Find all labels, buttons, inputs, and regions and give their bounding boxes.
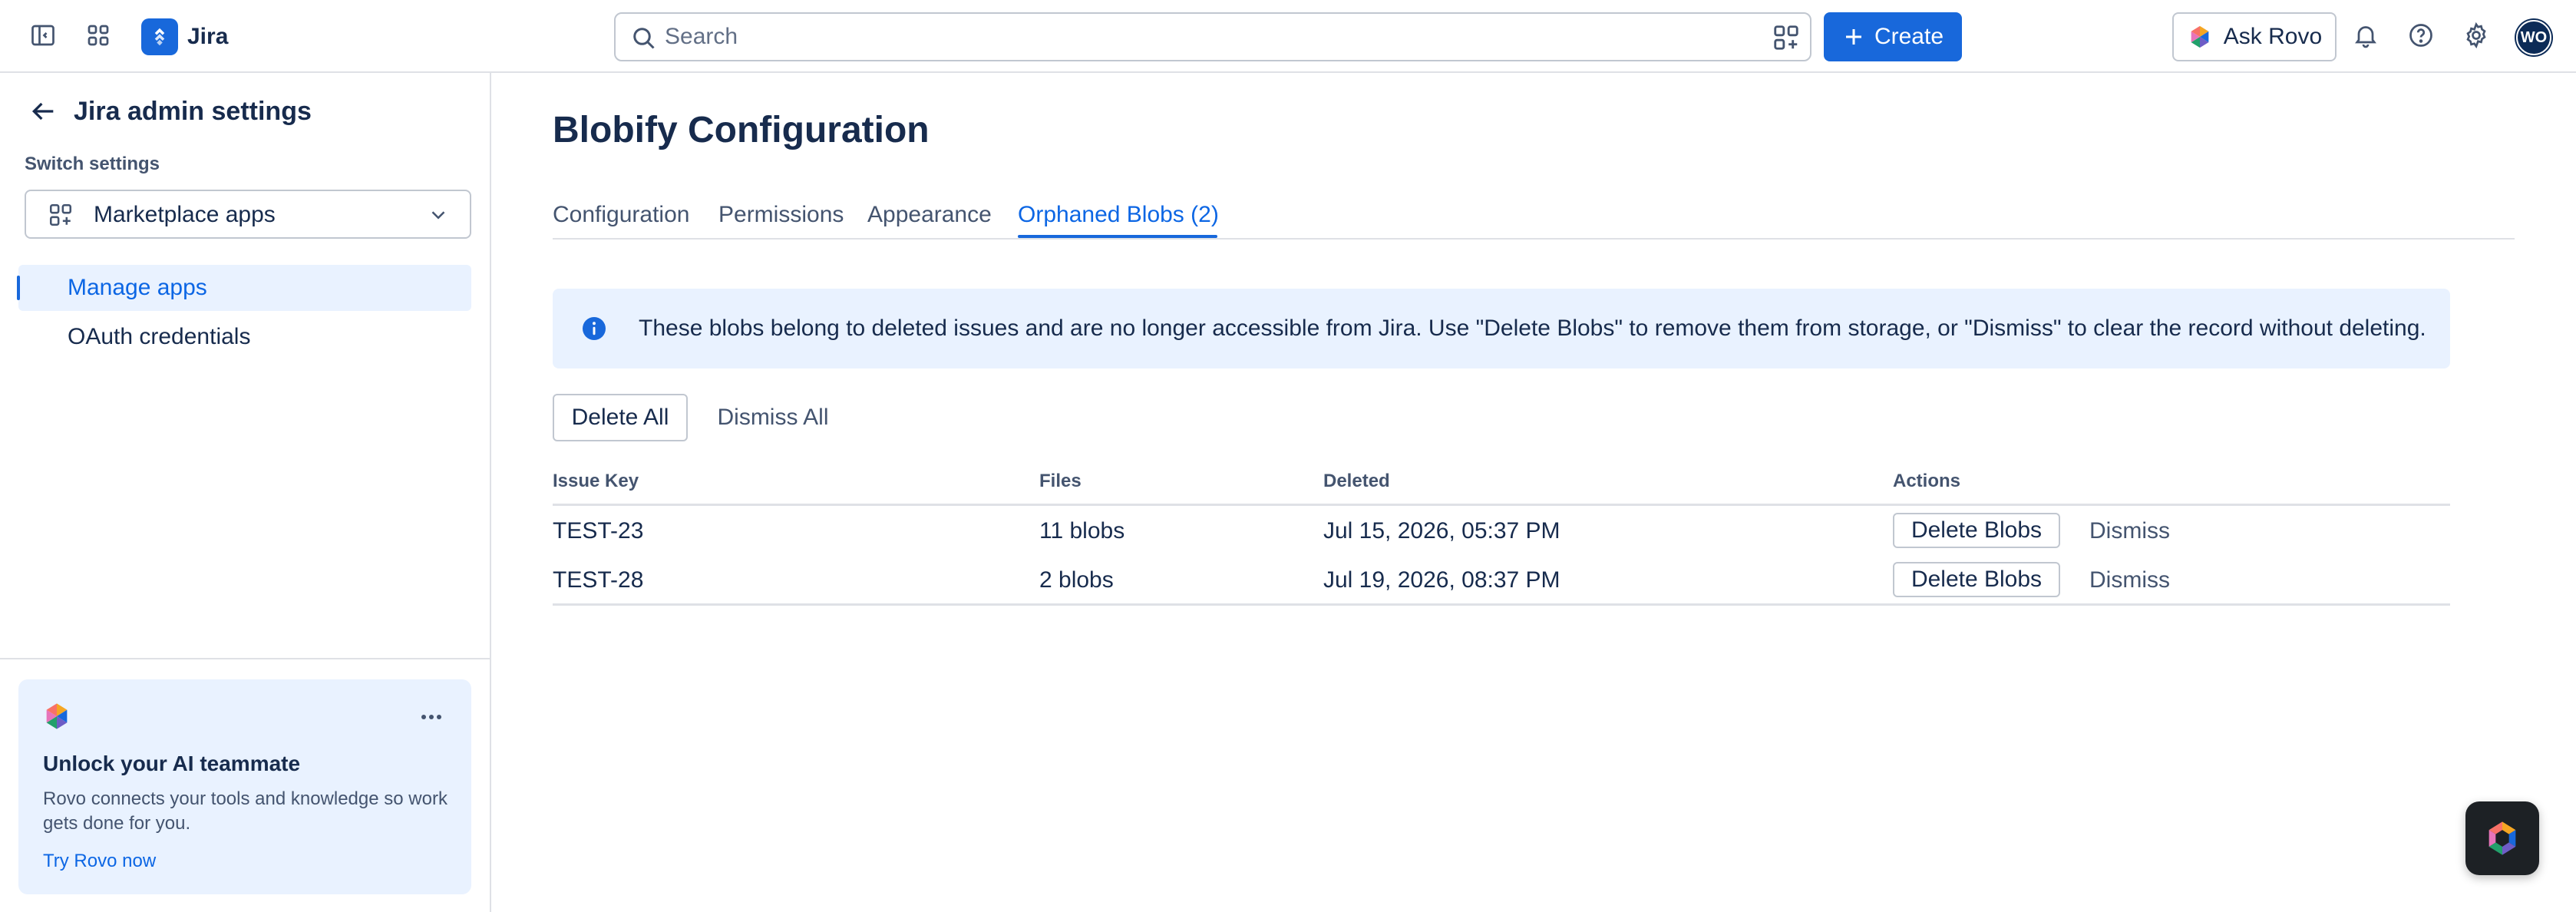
create-button[interactable]: Create: [1824, 12, 1962, 61]
cell-deleted: Jul 15, 2026, 05:37 PM: [1323, 518, 1560, 544]
column-header-actions: Actions: [1893, 471, 1961, 491]
cell-deleted: Jul 19, 2026, 08:37 PM: [1323, 567, 1560, 593]
apps-add-icon[interactable]: [1772, 23, 1801, 52]
cell-issue-key: TEST-23: [553, 518, 644, 544]
column-header-deleted: Deleted: [1323, 471, 1390, 491]
search-icon: [633, 28, 655, 49]
sidebar-divider: [0, 658, 490, 659]
info-banner: These blobs belong to deleted issues and…: [553, 289, 2450, 368]
app-switcher-icon[interactable]: [81, 18, 115, 52]
cell-files: 11 blobs: [1039, 518, 1125, 544]
rovo-logo-icon: [2191, 25, 2209, 48]
marketplace-apps-icon: [49, 203, 72, 226]
ask-rovo-label: Ask Rovo: [2223, 24, 2323, 49]
page-title: Blobify Configuration: [553, 110, 930, 150]
rovo-logo-icon: [46, 703, 68, 729]
switch-settings-select[interactable]: Marketplace apps: [25, 190, 471, 239]
notifications-bell-icon[interactable]: [2349, 18, 2383, 52]
active-indicator: [17, 276, 20, 300]
admin-sidebar: Jira admin settings Switch settings Mark…: [0, 73, 491, 912]
tab-configuration[interactable]: Configuration: [553, 201, 689, 229]
promo-title: Unlock your AI teammate: [43, 752, 301, 775]
chevron-down-icon: [431, 211, 445, 220]
column-header-files: Files: [1039, 471, 1082, 491]
delete-blobs-button[interactable]: Delete Blobs: [1893, 562, 2060, 597]
rovo-logo-icon: [2488, 821, 2516, 855]
info-banner-text: These blobs belong to deleted issues and…: [639, 316, 2426, 341]
sidebar-item-label[interactable]: Manage apps: [68, 274, 207, 302]
switch-settings-label: Switch settings: [25, 154, 160, 174]
sidebar-title: Jira admin settings: [74, 97, 312, 126]
plus-icon: [1845, 29, 1861, 45]
help-icon[interactable]: [2404, 18, 2438, 52]
switch-settings-value: Marketplace apps: [94, 202, 276, 227]
promo-description: Rovo connects your tools and knowledge s…: [43, 788, 447, 834]
tab-orphaned-blobs[interactable]: Orphaned Blobs (2): [1018, 201, 1219, 229]
user-avatar[interactable]: WO: [2516, 20, 2551, 55]
dismiss-all-button[interactable]: Dismiss All: [702, 394, 844, 441]
settings-gear-icon[interactable]: [2459, 18, 2493, 52]
info-icon: [583, 317, 606, 340]
delete-blobs-button[interactable]: Delete Blobs: [1893, 513, 2060, 548]
search-box[interactable]: [614, 12, 1811, 61]
tab-list: Configuration Permissions Appearance Orp…: [553, 197, 2515, 240]
jira-logo-icon[interactable]: [141, 18, 178, 55]
dismiss-button[interactable]: Dismiss: [2089, 517, 2170, 545]
tab-appearance[interactable]: Appearance: [867, 201, 992, 229]
cell-files: 2 blobs: [1039, 567, 1114, 593]
cell-issue-key: TEST-28: [553, 567, 644, 593]
sidebar-item-oauth-credentials[interactable]: OAuth credentials: [68, 323, 250, 351]
create-button-label: Create: [1874, 24, 1944, 49]
header-divider: [553, 504, 2450, 506]
app-name[interactable]: Jira: [187, 21, 228, 52]
back-arrow-icon[interactable]: [28, 96, 58, 127]
delete-all-button[interactable]: Delete All: [553, 394, 688, 441]
try-rovo-link[interactable]: Try Rovo now: [43, 850, 156, 873]
more-options-icon[interactable]: [416, 705, 447, 729]
top-navigation-bar: Jira Create Ask Rovo WO: [0, 0, 2576, 73]
rovo-chat-button[interactable]: [2465, 801, 2539, 875]
rovo-promo-card: Unlock your AI teammate Rovo connects yo…: [18, 679, 471, 894]
table-bottom-divider: [553, 603, 2450, 606]
column-header-issue-key: Issue Key: [553, 471, 639, 491]
search-input[interactable]: [665, 14, 1724, 60]
ask-rovo-button[interactable]: Ask Rovo: [2172, 12, 2337, 61]
sidebar-toggle-icon[interactable]: [26, 18, 60, 52]
dismiss-button[interactable]: Dismiss: [2089, 567, 2170, 594]
tab-permissions[interactable]: Permissions: [718, 201, 844, 229]
active-tab-indicator: [1018, 235, 1217, 238]
